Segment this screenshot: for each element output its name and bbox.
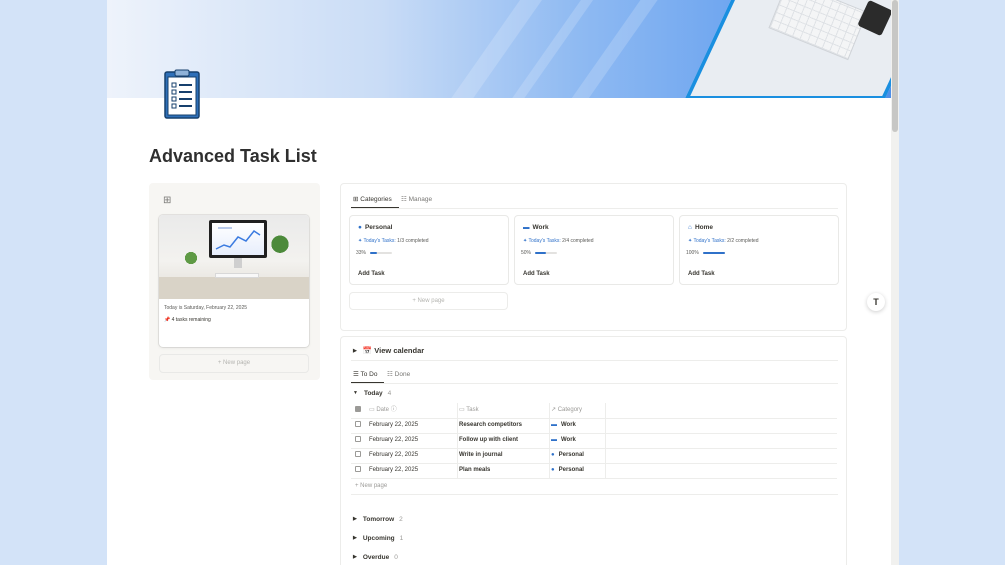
today-tasks-text: ✦ Today's Tasks: 2/4 completed <box>523 238 594 244</box>
progress-percent: 100% <box>686 250 699 256</box>
chart-graphic <box>215 227 261 250</box>
table-header: ▭ Date ⓘ ▭ Task ↗ Category <box>351 403 837 418</box>
page-scrollbar[interactable] <box>891 0 899 565</box>
text-format-icon[interactable]: T <box>867 293 885 311</box>
row-date[interactable]: February 22, 2025 <box>369 448 418 463</box>
desk-shape <box>159 277 309 299</box>
gallery-grid-icon[interactable]: ⊞ <box>163 195 171 206</box>
tab-to-do[interactable]: ☰ To Do <box>353 370 378 378</box>
list-settings-icon: ☷ <box>401 196 409 203</box>
column-category[interactable]: ↗ Category <box>551 403 582 418</box>
categories-new-page-button[interactable]: + New page <box>349 292 508 310</box>
tab-done[interactable]: ☷ Done <box>387 370 410 378</box>
group-overdue[interactable]: ▶ Overdue 0 <box>353 554 398 561</box>
categories-view: ⊞ Categories ☷ Manage ● Personal ✦ Today'… <box>340 183 847 331</box>
house-icon: ⌂ <box>688 224 692 231</box>
add-task-button[interactable]: Add Task <box>358 271 385 277</box>
monitor-stand <box>234 258 242 268</box>
category-card-work[interactable]: ▬ Work ✦ Today's Tasks: 2/4 completed 50%… <box>514 215 674 285</box>
task-checkbox[interactable] <box>355 451 361 457</box>
card-cover-image <box>159 215 309 299</box>
gallery-card[interactable]: Today is Saturday, February 22, 2025 📌 4… <box>159 215 309 347</box>
select-all-checkbox[interactable] <box>355 406 361 412</box>
row-date[interactable]: February 22, 2025 <box>369 433 418 448</box>
table-new-row-button[interactable]: + New page <box>355 483 387 489</box>
row-category[interactable]: ● Personal <box>551 448 584 463</box>
view-calendar-toggle[interactable]: ▶ 📅 View calendar <box>353 346 424 355</box>
relation-arrow-icon: ↗ <box>551 407 558 413</box>
tab-divider <box>351 383 838 384</box>
row-category[interactable]: ▬ Work <box>551 418 576 433</box>
today-tasks-text: ✦ Today's Tasks: 2/2 completed <box>688 238 759 244</box>
divider <box>351 360 838 361</box>
add-task-button[interactable]: Add Task <box>523 271 550 277</box>
table-row[interactable]: February 22, 2025 Research competitors ▬… <box>351 418 837 433</box>
person-circle-icon: ● <box>551 452 555 458</box>
row-task[interactable]: Research competitors <box>459 418 522 433</box>
pin-icon: 📌 <box>164 317 172 323</box>
plant-shape <box>183 249 199 267</box>
info-icon: ⓘ <box>389 407 397 413</box>
table-row[interactable]: February 22, 2025 Write in journal ● Pers… <box>351 448 837 463</box>
row-task[interactable]: Plan meals <box>459 463 490 478</box>
triangle-right-icon: ▶ <box>353 516 357 522</box>
tab-divider <box>351 208 838 209</box>
page-title: Advanced Task List <box>149 146 317 166</box>
gallery-panel: ⊞ Today is Saturday, February 22, 2025 📌… <box>149 183 320 380</box>
row-date[interactable]: February 22, 2025 <box>369 463 418 478</box>
progress-bar <box>703 252 725 254</box>
briefcase-icon: ▬ <box>551 422 557 428</box>
person-circle-icon: ● <box>358 224 362 231</box>
progress-bar <box>535 252 557 254</box>
triangle-right-icon: ▶ <box>353 535 357 541</box>
triangle-down-icon: ▼ <box>353 390 358 396</box>
divider <box>351 494 838 495</box>
triangle-right-icon: ▶ <box>353 348 357 354</box>
briefcase-icon: ▬ <box>523 224 530 231</box>
today-tasks-text: ✦ Today's Tasks: 1/3 completed <box>358 238 429 244</box>
progress-percent: 33% <box>356 250 367 256</box>
briefcase-icon: ▬ <box>551 437 557 443</box>
table-row[interactable]: February 22, 2025 Follow up with client … <box>351 433 837 448</box>
category-card-home[interactable]: ⌂ Home ✦ Today's Tasks: 2/2 completed 100… <box>679 215 839 285</box>
group-upcoming[interactable]: ▶ Upcoming 1 <box>353 535 403 542</box>
group-tomorrow[interactable]: ▶ Tomorrow 2 <box>353 516 403 523</box>
gallery-new-page-button[interactable]: + New page <box>159 354 309 373</box>
row-task[interactable]: Write in journal <box>459 448 503 463</box>
tab-categories[interactable]: ⊞ Categories <box>353 195 392 203</box>
card-remaining-text: 📌 4 tasks remaining <box>164 317 211 323</box>
list-icon: ☰ <box>353 371 361 378</box>
triangle-right-icon: ▶ <box>353 554 357 560</box>
group-today[interactable]: ▼ Today 4 <box>353 390 391 397</box>
keyboard-shape <box>215 273 259 278</box>
person-circle-icon: ● <box>551 467 555 473</box>
checklist-icon: ☷ <box>387 371 395 378</box>
table-row[interactable]: February 22, 2025 Plan meals ● Personal <box>351 463 837 478</box>
row-category[interactable]: ● Personal <box>551 463 584 478</box>
progress-percent: 50% <box>521 250 532 256</box>
task-checkbox[interactable] <box>355 436 361 442</box>
progress-bar <box>370 252 392 254</box>
row-category[interactable]: ▬ Work <box>551 433 576 448</box>
category-card-personal[interactable]: ● Personal ✦ Today's Tasks: 1/3 completed… <box>349 215 509 285</box>
row-task[interactable]: Follow up with client <box>459 433 518 448</box>
card-date-text: Today is Saturday, February 22, 2025 <box>164 305 248 311</box>
column-task[interactable]: ▭ Task <box>459 403 479 418</box>
task-list-view: ▶ 📅 View calendar ☰ To Do ☷ Done ▼ Today 4 … <box>340 336 847 565</box>
column-date[interactable]: ▭ Date ⓘ <box>369 403 397 418</box>
clipboard-checklist-icon[interactable] <box>164 69 200 119</box>
calendar-icon: 📅 <box>362 346 373 355</box>
monitor-shape <box>209 220 267 258</box>
task-checkbox[interactable] <box>355 421 361 427</box>
plant-shape <box>271 233 289 261</box>
task-checkbox[interactable] <box>355 466 361 472</box>
tab-manage[interactable]: ☷ Manage <box>401 195 432 203</box>
row-date[interactable]: February 22, 2025 <box>369 418 418 433</box>
scrollbar-thumb[interactable] <box>892 0 898 132</box>
notion-page: Advanced Task List ⊞ Today is Saturday, … <box>107 0 899 565</box>
add-task-button[interactable]: Add Task <box>688 271 715 277</box>
cover-image[interactable] <box>107 0 891 98</box>
